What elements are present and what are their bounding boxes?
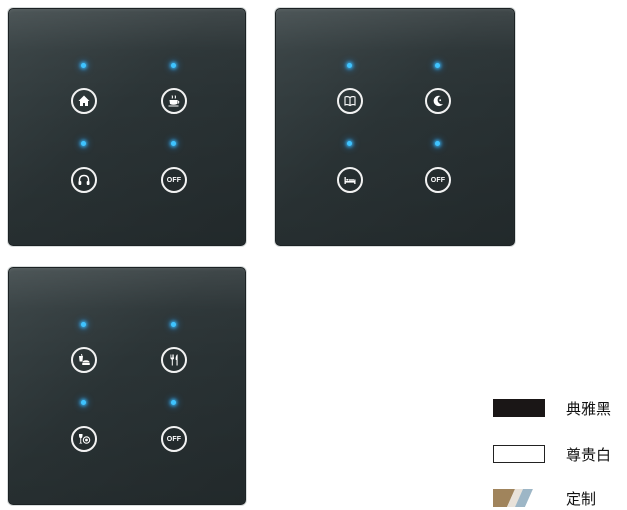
off-button[interactable]: OFF bbox=[161, 426, 187, 452]
banquet-button[interactable] bbox=[71, 426, 97, 452]
indicator-light bbox=[171, 141, 176, 146]
switch-panel-2: OFF bbox=[275, 8, 515, 246]
drink-food-icon bbox=[79, 353, 90, 365]
coffee-cup-icon bbox=[168, 95, 180, 107]
sleep-button[interactable] bbox=[337, 167, 363, 193]
switch-panel-3: OFF bbox=[8, 267, 246, 505]
fork-knife-icon bbox=[170, 354, 178, 366]
home-button[interactable] bbox=[71, 88, 97, 114]
indicator-light bbox=[81, 141, 86, 146]
music-button[interactable] bbox=[71, 167, 97, 193]
custom-stripes-icon bbox=[493, 489, 545, 507]
indicator-light bbox=[81, 400, 86, 405]
moon-icon bbox=[433, 95, 443, 107]
noble-white-label: 尊贵白 bbox=[566, 446, 612, 464]
snack-button[interactable] bbox=[71, 347, 97, 373]
indicator-light bbox=[347, 141, 352, 146]
headphones-icon bbox=[78, 174, 90, 185]
book-icon bbox=[344, 96, 356, 107]
custom-color-label: 定制 bbox=[566, 490, 597, 508]
elegant-black-label: 典雅黑 bbox=[566, 400, 612, 418]
indicator-light bbox=[347, 63, 352, 68]
elegant-black-swatch bbox=[493, 399, 545, 417]
off-button[interactable]: OFF bbox=[425, 167, 451, 193]
wine-plate-icon bbox=[78, 434, 91, 444]
indicator-light bbox=[435, 63, 440, 68]
switch-panel-1: OFF bbox=[8, 8, 246, 246]
off-button[interactable]: OFF bbox=[161, 167, 187, 193]
indicator-light bbox=[171, 400, 176, 405]
dining-button[interactable] bbox=[161, 347, 187, 373]
night-button[interactable] bbox=[425, 88, 451, 114]
home-icon bbox=[78, 95, 90, 106]
custom-color-swatch bbox=[493, 489, 545, 507]
indicator-light bbox=[171, 63, 176, 68]
noble-white-swatch bbox=[493, 445, 545, 463]
reading-button[interactable] bbox=[337, 88, 363, 114]
off-icon: OFF bbox=[166, 435, 182, 443]
off-icon: OFF bbox=[166, 176, 182, 184]
indicator-light bbox=[171, 322, 176, 327]
indicator-light bbox=[81, 63, 86, 68]
bed-icon bbox=[344, 177, 356, 184]
indicator-light bbox=[435, 141, 440, 146]
coffee-button[interactable] bbox=[161, 88, 187, 114]
indicator-light bbox=[81, 322, 86, 327]
off-icon: OFF bbox=[430, 176, 446, 184]
